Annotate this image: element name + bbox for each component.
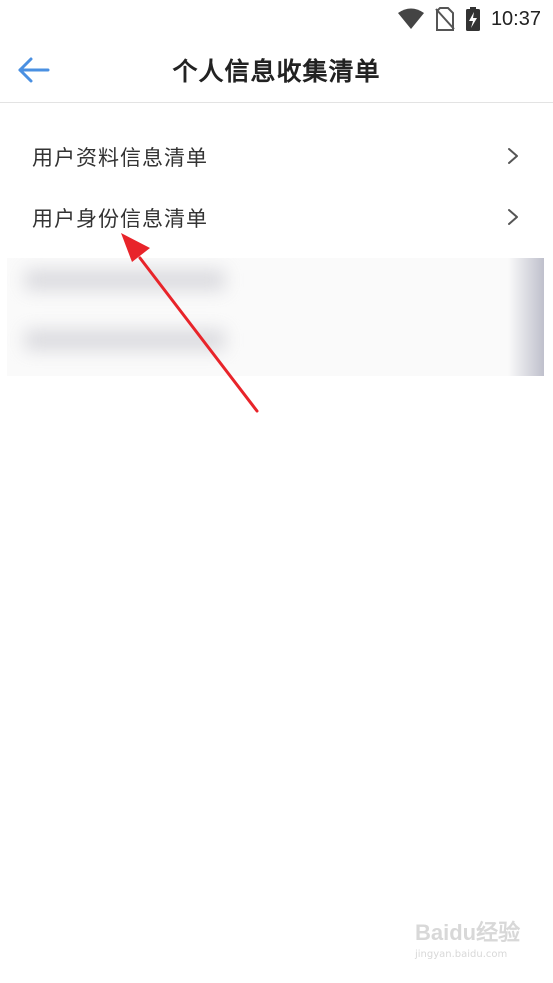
watermark-brand: Baidu经验	[415, 920, 521, 945]
chevron-right-icon	[508, 148, 518, 164]
status-bar: 10:37	[0, 0, 553, 38]
battery-charging-icon	[465, 7, 480, 31]
list-item-user-identity-info[interactable]: 用户身份信息清单	[0, 187, 553, 248]
wifi-icon	[397, 8, 424, 29]
watermark-url: jingyan.baidu.com	[415, 949, 508, 960]
blurred-list-items	[7, 258, 544, 376]
baidu-watermark: Baidu经验 jingyan.baidu.com	[415, 915, 525, 965]
status-icons: 10:37	[397, 6, 541, 32]
list-item-user-profile-info[interactable]: 用户资料信息清单	[0, 126, 553, 187]
app-header: 个人信息收集清单	[0, 38, 553, 103]
list-item-label: 用户资料信息清单	[32, 146, 208, 170]
list-item-label: 用户身份信息清单	[32, 207, 208, 231]
status-time: 10:37	[490, 7, 541, 30]
no-sim-icon	[435, 7, 455, 31]
page-title: 个人信息收集清单	[172, 57, 381, 86]
chevron-right-icon	[508, 209, 518, 225]
info-list: 用户资料信息清单 用户身份信息清单	[0, 126, 553, 248]
blur-edge	[508, 258, 544, 376]
